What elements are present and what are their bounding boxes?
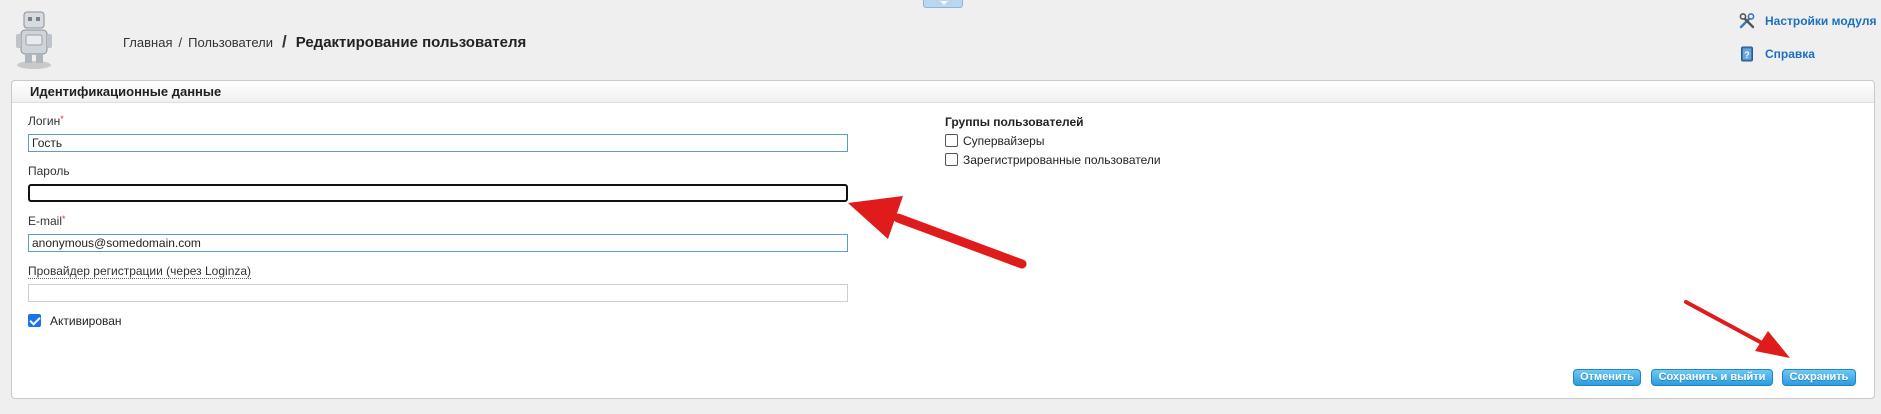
module-settings-link[interactable]: Настройки модуля [1739,13,1876,29]
login-field[interactable] [28,134,848,152]
active-checkbox[interactable] [28,314,41,327]
provider-field[interactable] [28,284,848,302]
email-field[interactable] [28,234,848,252]
chevron-down-icon [940,1,948,5]
password-field[interactable] [28,184,848,202]
page-title: Редактирование пользователя [295,34,527,51]
module-settings-label: Настройки модуля [1765,14,1877,28]
required-mark: * [62,214,66,224]
group-label-registered: Зарегистрированные пользователи [963,153,1161,167]
robot-logo [16,11,52,69]
help-label: Справка [1765,47,1815,61]
breadcrumb-separator: / [178,35,183,50]
save-and-exit-button[interactable]: Сохранить и выйти [1651,369,1773,386]
group-checkbox-supervisors[interactable] [945,134,958,147]
group-checkbox-registered[interactable] [945,153,958,166]
group-label-supervisors: Супервайзеры [963,134,1045,148]
save-button[interactable]: Сохранить [1782,369,1856,386]
login-label: Логин* [28,114,64,128]
breadcrumb-home[interactable]: Главная [123,35,172,50]
active-label: Активирован [50,314,122,328]
user-groups-title: Группы пользователей [945,115,1084,129]
svg-text:?: ? [1744,50,1750,60]
breadcrumb-users[interactable]: Пользователи [188,35,273,50]
panel-title: Идентификационные данные [30,84,222,99]
identification-panel: Идентификационные данные Логин* Пароль E… [11,80,1875,399]
cancel-button[interactable]: Отменить [1573,369,1641,386]
help-link[interactable]: ? Справка [1739,46,1815,62]
help-book-icon: ? [1741,46,1753,62]
email-label: E-mail* [28,214,66,228]
collapse-header-toggle[interactable] [923,0,963,8]
tools-icon [1739,13,1755,29]
provider-label: Провайдер регистрации (через Loginza) [28,264,252,279]
breadcrumb-separator: / [281,32,287,51]
password-label: Пароль [28,164,70,178]
panel-header: Идентификационные данные [12,81,1874,103]
required-mark: * [60,114,64,124]
breadcrumb: Главная / Пользователи / Редактирование … [123,32,526,52]
